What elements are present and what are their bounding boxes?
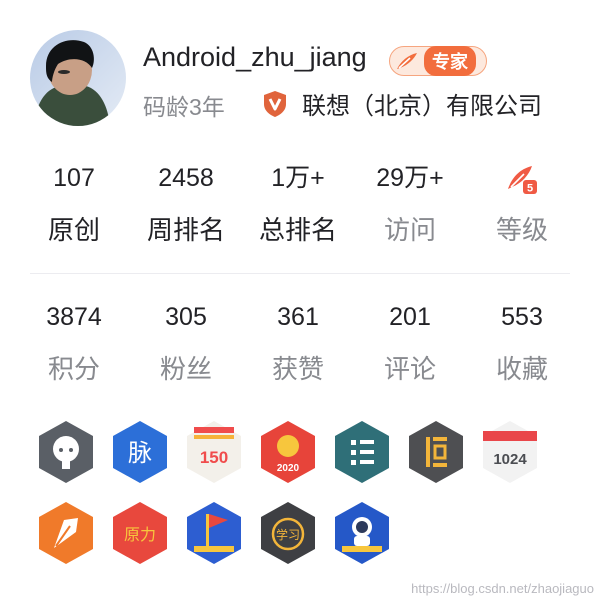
level-value: 5	[506, 160, 538, 196]
stat-label: 访问	[383, 215, 436, 245]
mai-icon[interactable]: 脉	[110, 419, 170, 485]
stat-label: 总排名	[258, 215, 337, 245]
stats-row-secondary: 3874 积分 305 粉丝 361 获赞 201 评论 553 收藏	[18, 299, 578, 389]
150-text: 150	[200, 448, 228, 467]
stat-level[interactable]: 5 等级	[466, 160, 578, 250]
badge-row-1: 脉 150 2020 1024	[36, 419, 540, 485]
stat-total-rank[interactable]: 1万+ 总排名	[242, 160, 354, 250]
stat-value: 3874	[46, 303, 102, 331]
stat-fans[interactable]: 305 粉丝	[130, 299, 242, 389]
2020-badge-icon[interactable]: 2020	[258, 419, 318, 485]
stat-value: 361	[277, 303, 319, 331]
column-icon[interactable]	[332, 419, 392, 485]
stat-value: 305	[165, 303, 207, 331]
shield-v-icon	[264, 90, 286, 117]
stat-label: 等级	[495, 215, 548, 245]
quill-icon	[397, 53, 417, 69]
badge-row-2: 原力 学习	[36, 500, 392, 566]
divider	[30, 273, 570, 274]
flag-badge-icon[interactable]	[184, 500, 244, 566]
stat-label: 原创	[47, 215, 100, 245]
stats-row-primary: 107 原创 2458 周排名 1万+ 总排名 29万+ 访问 5 等级	[18, 160, 578, 250]
stat-label: 周排名	[146, 215, 225, 245]
organization-name: 联想（北京）有限公司	[302, 93, 542, 120]
stat-comments[interactable]: 201 评论	[354, 299, 466, 389]
2020-text: 2020	[277, 463, 300, 474]
stat-label: 粉丝	[159, 354, 212, 384]
study-badge-icon[interactable]: 学习	[258, 500, 318, 566]
expert-label: 专家	[432, 52, 468, 72]
level-5-icon: 5	[508, 166, 537, 195]
stat-value: 107	[53, 164, 95, 192]
stat-value: 29万+	[376, 164, 444, 192]
stat-label: 积分	[47, 354, 100, 384]
profile-card: Android_zhu_jiang 专家 码龄3年 联想（北京）有限公司 107…	[0, 0, 602, 602]
study-text: 学习	[276, 527, 300, 542]
organization: 联想（北京）有限公司	[262, 86, 542, 121]
stat-value: 553	[501, 303, 543, 331]
1024-text: 1024	[493, 451, 527, 468]
persistence-icon[interactable]	[406, 419, 466, 485]
code-age: 码龄3年	[143, 94, 225, 120]
username[interactable]: Android_zhu_jiang	[143, 42, 367, 73]
stat-likes[interactable]: 361 获赞	[242, 299, 354, 389]
150-badge-icon[interactable]: 150	[184, 419, 244, 485]
stat-label: 评论	[383, 354, 436, 384]
github-icon[interactable]	[36, 419, 96, 485]
fountain-pen-icon[interactable]	[36, 500, 96, 566]
astronaut-badge-icon[interactable]	[332, 500, 392, 566]
stat-value: 1万+	[271, 164, 325, 192]
stat-value: 201	[389, 303, 431, 331]
stat-label: 获赞	[271, 354, 324, 384]
1024-calendar-icon[interactable]: 1024	[480, 419, 540, 485]
stat-original[interactable]: 107 原创	[18, 160, 130, 250]
stat-label: 收藏	[495, 354, 548, 384]
stat-weekly-rank[interactable]: 2458 周排名	[130, 160, 242, 250]
yuanli-text: 原力	[124, 525, 156, 544]
expert-badge: 专家	[389, 46, 487, 76]
stat-visits[interactable]: 29万+ 访问	[354, 160, 466, 250]
stat-value: 2458	[158, 164, 214, 192]
stat-favorites[interactable]: 553 收藏	[466, 299, 578, 389]
watermark: https://blog.csdn.net/zhaojiaguo	[411, 581, 594, 596]
level-number: 5	[527, 183, 533, 195]
stat-points[interactable]: 3874 积分	[18, 299, 130, 389]
mai-text: 脉	[128, 439, 152, 467]
avatar[interactable]	[30, 30, 126, 126]
yuanli-icon[interactable]: 原力	[110, 500, 170, 566]
